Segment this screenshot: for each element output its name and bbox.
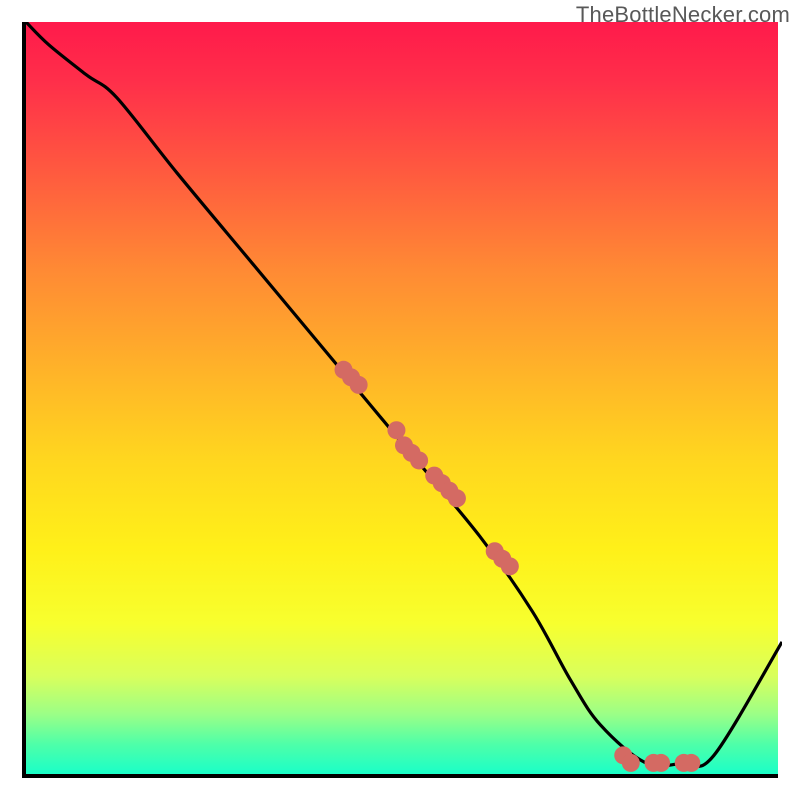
chart-overlay <box>26 22 782 778</box>
watermark-text: TheBottleNecker.com <box>576 2 790 28</box>
data-point <box>350 376 368 394</box>
data-point <box>410 451 428 469</box>
data-point <box>652 754 670 772</box>
data-point <box>448 489 466 507</box>
curve-markers <box>335 361 701 772</box>
curve-line <box>26 22 782 766</box>
chart-container: TheBottleNecker.com <box>0 0 800 800</box>
data-point <box>622 754 640 772</box>
data-point <box>501 557 519 575</box>
plot-area <box>22 22 778 778</box>
data-point <box>682 754 700 772</box>
